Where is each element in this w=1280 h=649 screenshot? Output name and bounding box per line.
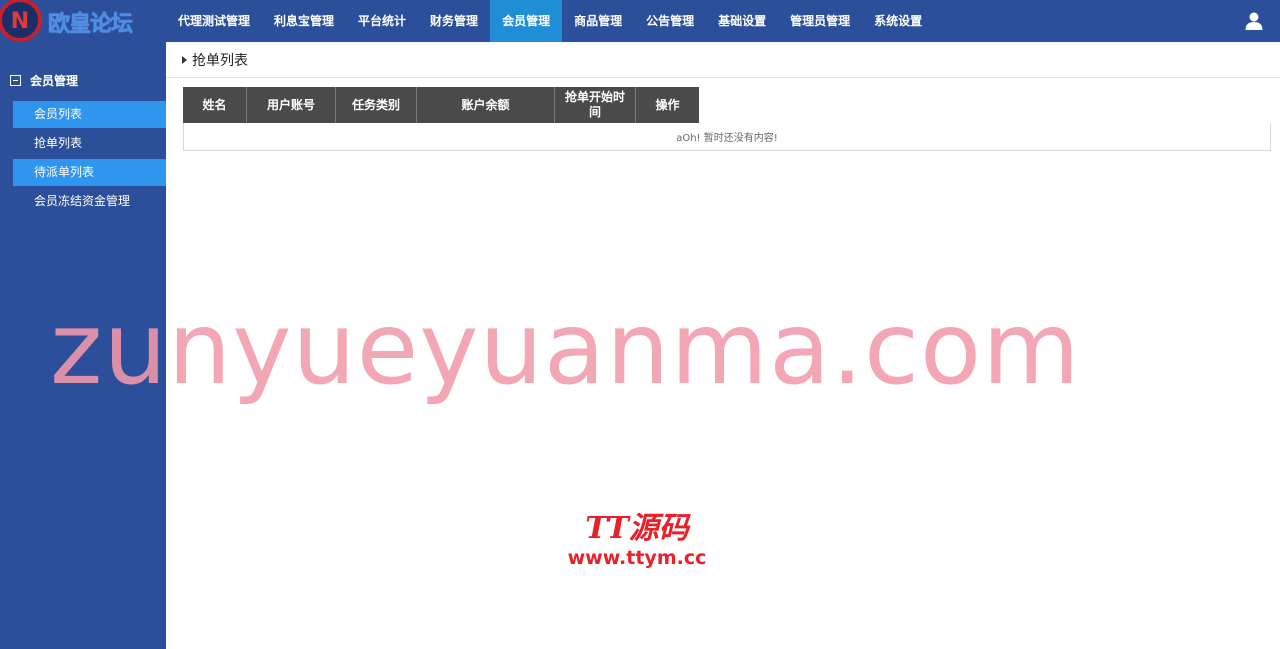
nav-item-basic-settings[interactable]: 基础设置 (706, 0, 778, 42)
nav-item-agent-test[interactable]: 代理测试管理 (166, 0, 262, 42)
column-header-start-time[interactable]: 抢单开始时间 (555, 87, 636, 123)
sidebar-item-pending-dispatch-list[interactable]: 待派单列表 (13, 159, 166, 186)
empty-state-row: aOh! 暂时还没有内容! (183, 123, 1271, 151)
user-icon[interactable] (1244, 11, 1264, 31)
sidebar-item-grab-order-list[interactable]: 抢单列表 (13, 130, 166, 157)
column-header-balance[interactable]: 账户余额 (417, 87, 555, 123)
nav-item-system-settings[interactable]: 系统设置 (862, 0, 934, 42)
sidebar-group-title: 会员管理 (30, 74, 79, 88)
nav-item-admins[interactable]: 管理员管理 (778, 0, 862, 42)
sidebar-item-frozen-funds[interactable]: 会员冻结资金管理 (13, 188, 166, 215)
nav-item-interest[interactable]: 利息宝管理 (262, 0, 346, 42)
svg-text:N: N (11, 9, 29, 34)
page-title: 抢单列表 (192, 52, 248, 69)
nav-item-products[interactable]: 商品管理 (562, 0, 634, 42)
column-header-name[interactable]: 姓名 (183, 87, 247, 123)
column-header-account[interactable]: 用户账号 (247, 87, 336, 123)
collapse-minus-icon[interactable] (10, 75, 21, 86)
nav-item-finance[interactable]: 财务管理 (418, 0, 490, 42)
sidebar: 会员管理 会员列表 抢单列表 待派单列表 会员冻结资金管理 (0, 42, 166, 649)
breadcrumb: 抢单列表 (166, 42, 1280, 78)
column-header-actions[interactable]: 操作 (636, 87, 699, 123)
logo-text: 欧皇论坛 (48, 12, 133, 37)
column-header-task-type[interactable]: 任务类别 (336, 87, 417, 123)
nav-item-platform-stats[interactable]: 平台统计 (346, 0, 418, 42)
app-logo[interactable]: N 欧皇论坛 (0, 0, 166, 42)
caret-right-icon (182, 55, 187, 64)
empty-state-text: aOh! 暂时还没有内容! (676, 133, 778, 144)
top-navbar: N 欧皇论坛 代理测试管理 利息宝管理 平台统计 财务管理 会员管理 商品管理 … (0, 0, 1280, 42)
logo-emblem-icon: N (0, 0, 42, 42)
sidebar-group-members[interactable]: 会员管理 (10, 72, 78, 89)
nav-item-announcements[interactable]: 公告管理 (634, 0, 706, 42)
table-header: 姓名 用户账号 任务类别 账户余额 抢单开始时间 操作 (183, 87, 1271, 123)
orders-table: 姓名 用户账号 任务类别 账户余额 抢单开始时间 操作 aOh! 暂时还没有内容… (183, 87, 1271, 151)
nav-item-members[interactable]: 会员管理 (490, 0, 563, 42)
main-content: 抢单列表 姓名 用户账号 任务类别 账户余额 抢单开始时间 操作 aOh! 暂时… (166, 42, 1280, 649)
sidebar-item-member-list[interactable]: 会员列表 (13, 101, 166, 128)
main-nav: 代理测试管理 利息宝管理 平台统计 财务管理 会员管理 商品管理 公告管理 基础… (166, 0, 934, 42)
